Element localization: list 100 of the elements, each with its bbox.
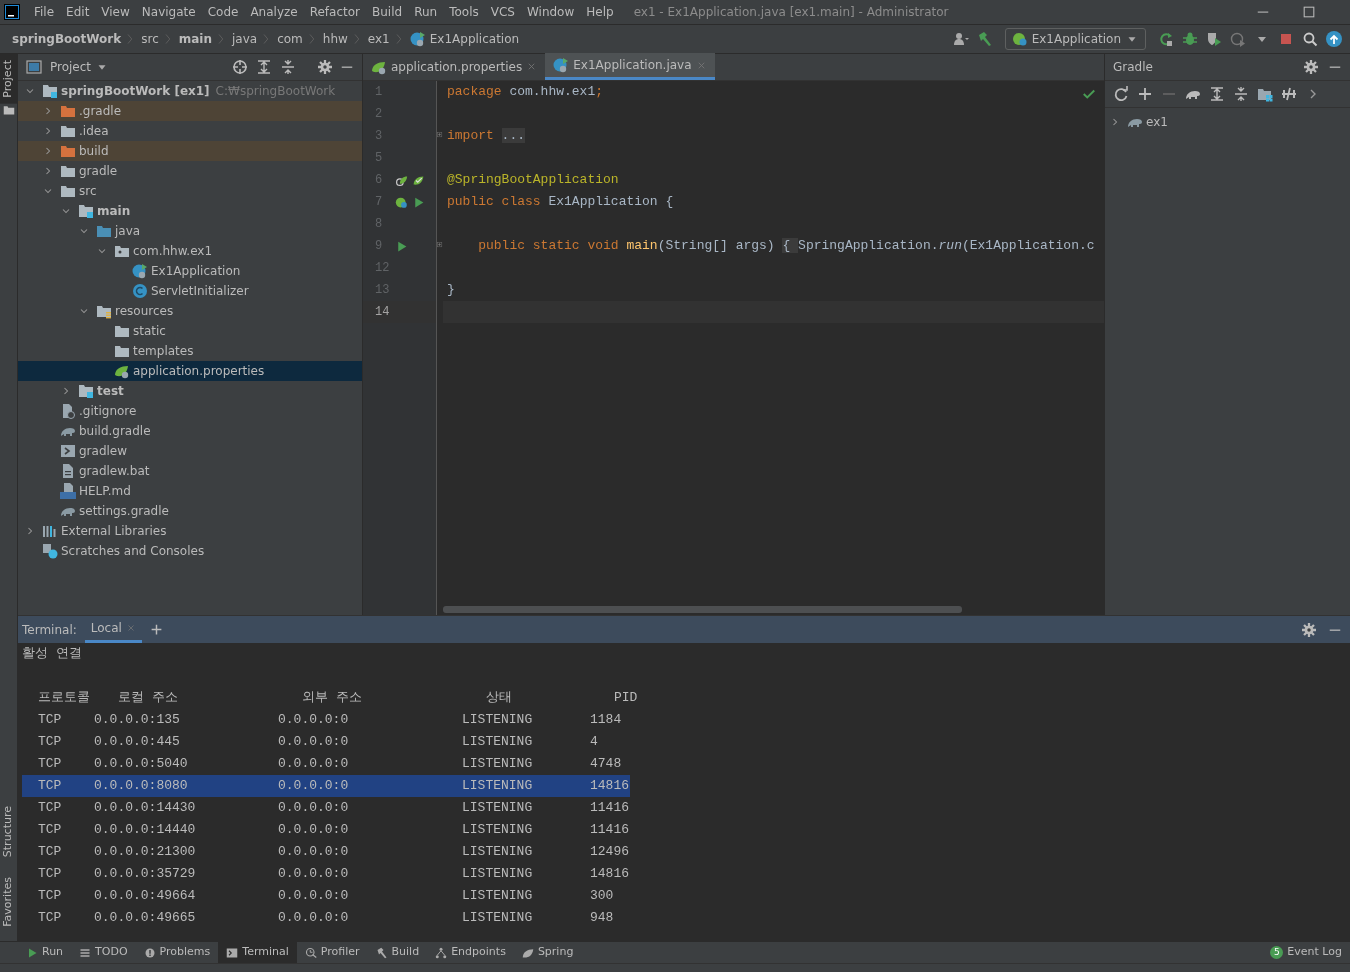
refresh-icon[interactable] (1113, 86, 1129, 102)
tree-item[interactable]: src (18, 181, 362, 201)
view-dropdown[interactable]: Project (50, 58, 110, 76)
stop-icon[interactable] (1278, 31, 1294, 47)
settings-icon[interactable] (1304, 60, 1318, 74)
user-icon[interactable] (952, 31, 969, 47)
expand-all-icon[interactable] (256, 59, 272, 75)
menu-item[interactable]: Help (580, 3, 620, 21)
tree-item[interactable]: springBootWork [ex1] C:₩springBootWork (18, 81, 362, 101)
menu-item[interactable]: File (28, 3, 61, 21)
tree-item[interactable]: static (18, 321, 362, 341)
tree-item[interactable]: main (18, 201, 362, 221)
tree-item[interactable]: gradlew.bat (18, 461, 362, 481)
tree-item[interactable]: settings.gradle (18, 501, 362, 521)
breadcrumb-item[interactable]: java (228, 30, 262, 48)
folder-grid-icon[interactable] (1257, 86, 1273, 102)
expand-all-icon[interactable] (1209, 86, 1225, 102)
spring-boot-icon[interactable] (395, 195, 408, 209)
editor-tab[interactable]: Ex1Application.java (545, 53, 715, 80)
run-config-dropdown[interactable]: Ex1Application (1004, 28, 1146, 50)
menu-item[interactable]: Build (366, 3, 409, 21)
tool-window-button[interactable]: Spring (513, 942, 582, 963)
settings-icon[interactable] (1302, 622, 1316, 637)
column-header: PID (614, 689, 639, 707)
editor-tab[interactable]: application.properties (363, 53, 546, 80)
tree-item[interactable]: External Libraries (18, 521, 362, 541)
breadcrumb-item[interactable]: Ex1Application (405, 30, 524, 48)
scrollbar-thumb[interactable] (443, 606, 962, 613)
terminal-cell-text: LISTENING (462, 755, 534, 773)
tree-item[interactable]: build.gradle (18, 421, 362, 441)
side-tab[interactable]: Structure (0, 800, 17, 864)
menu-item[interactable]: Run (408, 3, 444, 21)
breadcrumb-item[interactable]: springBootWork (8, 30, 126, 48)
app-logo[interactable] (4, 4, 20, 20)
rerun-icon[interactable] (1158, 31, 1174, 47)
tool-window-button[interactable]: Run (18, 942, 72, 963)
tool-window-button[interactable]: Endpoints (427, 942, 514, 963)
tool-window-button[interactable]: Build (367, 942, 428, 963)
update-icon[interactable] (1326, 31, 1342, 47)
menu-item[interactable]: Navigate (135, 3, 202, 21)
run-icon[interactable] (395, 239, 408, 253)
terminal-cell-text: 0.0.0.0:0 (278, 799, 350, 817)
menu-item[interactable]: Edit (60, 3, 96, 21)
shield-run-icon[interactable] (1206, 31, 1222, 47)
menu-item[interactable]: Code (201, 3, 245, 21)
search-icon[interactable] (1302, 31, 1318, 47)
tree-item[interactable]: application.properties (18, 361, 362, 381)
menu-item[interactable]: VCS (484, 3, 521, 21)
script-icon (60, 443, 76, 459)
side-tab[interactable]: Project (0, 54, 17, 104)
plus-icon[interactable] (149, 623, 163, 636)
terminal-cell-text: 0.0.0.0:0 (278, 843, 350, 861)
tree-item[interactable]: ServletInitializer (18, 281, 362, 301)
tree-item[interactable]: ex1 (1105, 112, 1350, 132)
class-icon (132, 283, 148, 299)
breadcrumb-item[interactable]: main (174, 30, 216, 48)
terminal-tab[interactable]: Local (84, 616, 142, 643)
tree-item[interactable]: com.hhw.ex1 (18, 241, 362, 261)
toggle-icon[interactable] (1281, 86, 1297, 102)
tree-item[interactable]: HELP.md (18, 481, 362, 501)
side-tab[interactable]: Favorites (0, 871, 17, 933)
tool-window-button[interactable]: TODO (71, 942, 136, 963)
menu-item[interactable]: View (95, 3, 136, 21)
tree-item[interactable]: templates (18, 341, 362, 361)
tree-item[interactable]: .idea (18, 121, 362, 141)
bug-icon[interactable] (1182, 31, 1198, 47)
tool-window-button[interactable]: Profiler (296, 942, 368, 963)
hammer-icon[interactable] (976, 31, 993, 47)
terminal-icon (226, 946, 239, 959)
tree-item[interactable]: .gradle (18, 101, 362, 121)
terminal-cell-text: LISTENING (462, 777, 534, 795)
tree-item[interactable]: build (18, 141, 362, 161)
tree-item[interactable]: .gitignore (18, 401, 362, 421)
menu-item[interactable]: Tools (443, 3, 485, 21)
menu-item[interactable]: Analyze (244, 3, 304, 21)
breadcrumb-item[interactable]: com (273, 30, 307, 48)
tool-window-button[interactable]: Problems (135, 942, 219, 963)
maximize-icon[interactable] (1302, 5, 1316, 19)
plus-icon[interactable] (1137, 86, 1153, 102)
menu-item[interactable]: Window (520, 3, 581, 21)
tree-item[interactable]: Scratches and Consoles (18, 541, 362, 561)
crosshair-icon[interactable] (232, 59, 248, 75)
settings-icon[interactable] (318, 60, 332, 74)
profiler-run-icon[interactable] (1230, 31, 1246, 47)
tool-window-button[interactable]: Terminal (218, 942, 297, 963)
tree-item[interactable]: test (18, 381, 362, 401)
breadcrumb-item[interactable]: src (137, 30, 163, 48)
event-log-button[interactable]: 5 Event Log (1262, 942, 1350, 963)
collapse-all-icon[interactable] (280, 59, 296, 75)
breadcrumb-item[interactable]: hhw (318, 30, 352, 48)
tree-item[interactable]: gradle (18, 161, 362, 181)
module-icon (42, 83, 58, 99)
collapse-all-icon[interactable] (1233, 86, 1249, 102)
run-icon[interactable] (412, 195, 425, 209)
tree-item[interactable]: Ex1Application (18, 261, 362, 281)
tree-item[interactable]: java (18, 221, 362, 241)
menu-item[interactable]: Refactor (303, 3, 367, 21)
tree-item[interactable]: resources (18, 301, 362, 321)
tree-item[interactable]: gradlew (18, 441, 362, 461)
breadcrumb-item[interactable]: ex1 (363, 30, 394, 48)
